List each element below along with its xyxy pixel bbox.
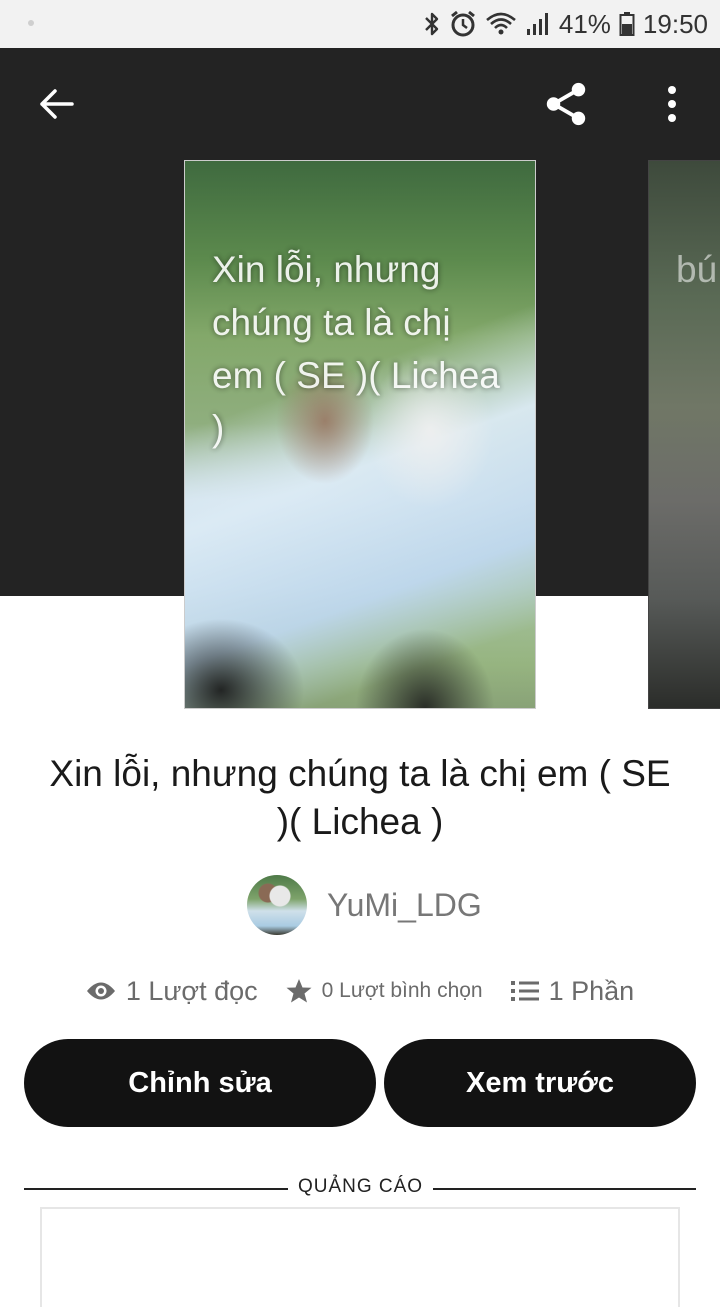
parts-count: 1 Phần: [548, 975, 635, 1006]
alarm-icon: [449, 10, 477, 38]
cover-figure-shadow: [185, 618, 305, 708]
edit-button[interactable]: Chỉnh sửa: [24, 1039, 376, 1127]
ad-divider: [24, 1188, 288, 1190]
cover-title-text: Xin lỗi, nhưng chúng ta là chị em ( SE )…: [212, 249, 500, 449]
battery-percent: 41%: [558, 8, 611, 39]
clock: 19:50: [642, 8, 708, 39]
more-vertical-icon: [668, 86, 676, 122]
author-name: YuMi_LDG: [327, 886, 482, 923]
next-cover-title-text: bú dụ: [676, 249, 720, 290]
star-icon: [286, 978, 312, 1004]
reads-stat: 1 Lượt đọc: [86, 976, 258, 1007]
next-story-cover[interactable]: bú dụ: [648, 160, 720, 709]
cover-figure-shadow: [355, 628, 495, 708]
preview-button[interactable]: Xem trước: [384, 1039, 696, 1127]
parts-stat: 1 Phần: [510, 975, 635, 1007]
list-icon: [510, 980, 539, 1002]
battery-icon: [619, 11, 635, 37]
ad-label: QUẢNG CÁO: [297, 1176, 424, 1197]
status-bar: 41% 19:50: [0, 0, 720, 48]
eye-icon: [86, 980, 116, 1002]
reads-count: 1 Lượt đọc: [125, 975, 258, 1006]
story-stats: 1 Lượt đọc 0 Lượt bình chọn 1 Phần: [0, 968, 720, 1014]
votes-count: 0 Lượt bình chọn: [321, 979, 483, 1002]
story-title: Xin lỗi, nhưng chúng ta là chị em ( SE )…: [49, 753, 671, 842]
bluetooth-icon: [423, 11, 441, 37]
ad-divider: [433, 1188, 696, 1190]
back-button[interactable]: [32, 78, 80, 130]
author-link[interactable]: YuMi_LDG: [247, 874, 482, 936]
share-icon: [546, 82, 586, 126]
wifi-icon: [485, 11, 517, 37]
avatar: [247, 875, 307, 935]
arrow-left-icon: [40, 89, 74, 119]
signal-icon: [525, 11, 551, 37]
more-options-button[interactable]: [648, 78, 696, 130]
ad-slot[interactable]: [40, 1207, 680, 1307]
votes-stat: 0 Lượt bình chọn: [286, 978, 483, 1004]
share-button[interactable]: [542, 78, 590, 130]
story-cover[interactable]: Xin lỗi, nhưng chúng ta là chị em ( SE )…: [184, 160, 536, 709]
notification-dot: [28, 20, 34, 26]
